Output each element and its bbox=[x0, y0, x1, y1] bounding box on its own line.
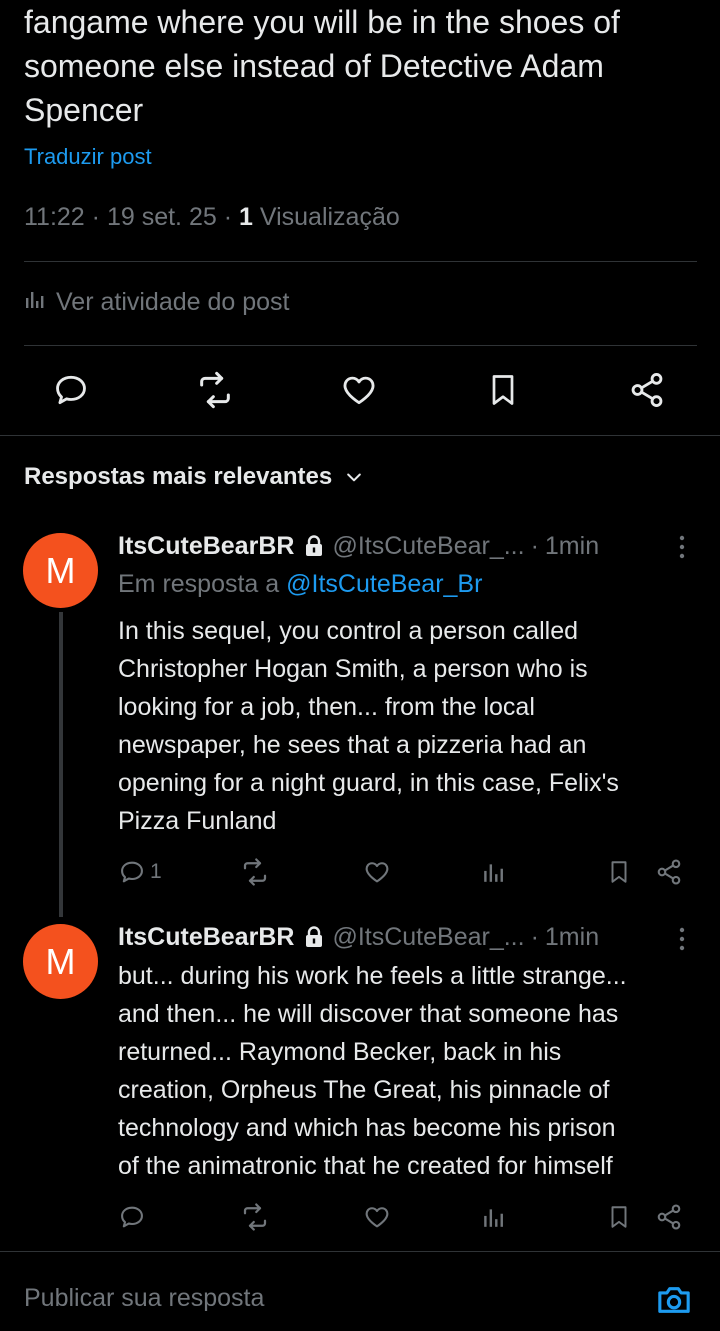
reply-text: but... during his work he feels a little… bbox=[118, 962, 627, 1180]
share-icon bbox=[631, 373, 663, 407]
repost-icon bbox=[200, 371, 230, 409]
bookmark-button[interactable] bbox=[606, 1197, 632, 1237]
avatar[interactable]: M bbox=[23, 924, 98, 999]
share-icon bbox=[657, 1204, 681, 1230]
reply-count: 1 bbox=[150, 860, 162, 883]
reply-to-label: Em resposta a bbox=[118, 570, 280, 598]
post-activity-link[interactable]: Ver atividade do post bbox=[24, 288, 290, 317]
reply-button[interactable]: 1 bbox=[118, 852, 162, 892]
avatar[interactable]: M bbox=[23, 533, 98, 608]
bookmark-icon bbox=[492, 375, 514, 405]
chevron-down-icon bbox=[347, 473, 362, 482]
share-button[interactable] bbox=[617, 360, 677, 420]
like-button[interactable] bbox=[363, 852, 391, 892]
more-icon bbox=[679, 535, 685, 559]
divider bbox=[24, 345, 697, 346]
author-handle[interactable]: @ItsCuteBear_... bbox=[332, 923, 524, 952]
separator-dot: · bbox=[530, 922, 539, 951]
analytics-icon bbox=[484, 864, 503, 882]
reply-action-bar: 1 bbox=[118, 852, 688, 892]
reply-action-bar bbox=[118, 1197, 688, 1237]
reply-button[interactable] bbox=[41, 360, 101, 420]
heart-icon bbox=[365, 862, 389, 883]
views-label: Visualização bbox=[259, 203, 400, 231]
divider bbox=[0, 435, 720, 436]
repost-icon bbox=[243, 1203, 267, 1231]
views-button[interactable] bbox=[482, 1197, 506, 1237]
reply-button[interactable] bbox=[118, 1197, 150, 1237]
analytics-icon bbox=[484, 1209, 503, 1227]
reply-to-line: Em resposta a @ItsCuteBear_Br bbox=[118, 570, 482, 599]
translate-post-link[interactable]: Traduzir post bbox=[24, 144, 152, 170]
share-icon bbox=[657, 859, 681, 885]
divider bbox=[24, 261, 697, 262]
reply-time[interactable]: 1min bbox=[545, 923, 599, 952]
avatar-letter: M bbox=[45, 940, 76, 982]
like-button[interactable] bbox=[329, 360, 389, 420]
comment-icon bbox=[56, 375, 86, 405]
comment-icon bbox=[121, 1206, 143, 1228]
reply-composer-input[interactable]: Publicar sua resposta bbox=[24, 1284, 264, 1313]
replies-sort-label: Respostas mais relevantes bbox=[24, 463, 333, 490]
share-button[interactable] bbox=[655, 1197, 683, 1237]
more-options-button[interactable] bbox=[667, 532, 697, 562]
like-button[interactable] bbox=[363, 1197, 391, 1237]
divider bbox=[0, 1251, 720, 1252]
repost-button[interactable] bbox=[185, 360, 245, 420]
separator-dot: · bbox=[530, 531, 539, 560]
reply-to-mention[interactable]: @ItsCuteBear_Br bbox=[286, 570, 482, 598]
post-time: 11:22 bbox=[24, 203, 85, 231]
author-name[interactable]: ItsCuteBearBR bbox=[118, 923, 294, 952]
post-date: 19 set. 25 bbox=[106, 203, 217, 231]
more-icon bbox=[679, 927, 685, 951]
bookmark-button[interactable] bbox=[606, 852, 632, 892]
heart-icon bbox=[343, 376, 375, 405]
lock-icon bbox=[304, 926, 324, 948]
bookmark-button[interactable] bbox=[473, 360, 533, 420]
author-handle[interactable]: @ItsCuteBear_... bbox=[332, 532, 524, 561]
post-action-bar bbox=[24, 360, 697, 420]
views-button[interactable] bbox=[482, 852, 506, 892]
author-name[interactable]: ItsCuteBearBR bbox=[118, 532, 294, 561]
reply-time[interactable]: 1min bbox=[545, 532, 599, 561]
repost-button[interactable] bbox=[240, 852, 270, 892]
replies-sort-dropdown[interactable]: Respostas mais relevantes bbox=[24, 463, 364, 491]
reply-header: ItsCuteBearBR @ItsCuteBear_... · 1min bbox=[118, 529, 599, 563]
heart-icon bbox=[365, 1207, 389, 1228]
reply-text: In this sequel, you control a person cal… bbox=[118, 617, 619, 835]
views-count: 1 bbox=[239, 203, 253, 231]
camera-button[interactable] bbox=[652, 1278, 696, 1322]
repost-button[interactable] bbox=[240, 1197, 270, 1237]
analytics-icon bbox=[24, 288, 46, 317]
bookmark-icon bbox=[611, 1206, 627, 1228]
repost-icon bbox=[243, 858, 267, 886]
thread-connector bbox=[59, 612, 63, 917]
share-button[interactable] bbox=[655, 852, 683, 892]
more-options-button[interactable] bbox=[667, 924, 697, 954]
avatar-letter: M bbox=[45, 549, 76, 591]
activity-label: Ver atividade do post bbox=[56, 288, 290, 316]
comment-icon bbox=[121, 861, 143, 883]
lock-icon bbox=[304, 535, 324, 557]
camera-icon bbox=[658, 1287, 690, 1313]
post-meta: 11:22 · 19 set. 25 · 1 Visualização bbox=[24, 203, 400, 231]
bookmark-icon bbox=[611, 861, 627, 883]
reply-header: ItsCuteBearBR @ItsCuteBear_... · 1min bbox=[118, 920, 599, 954]
post-text: fangame where you will be in the shoes o… bbox=[24, 4, 620, 128]
